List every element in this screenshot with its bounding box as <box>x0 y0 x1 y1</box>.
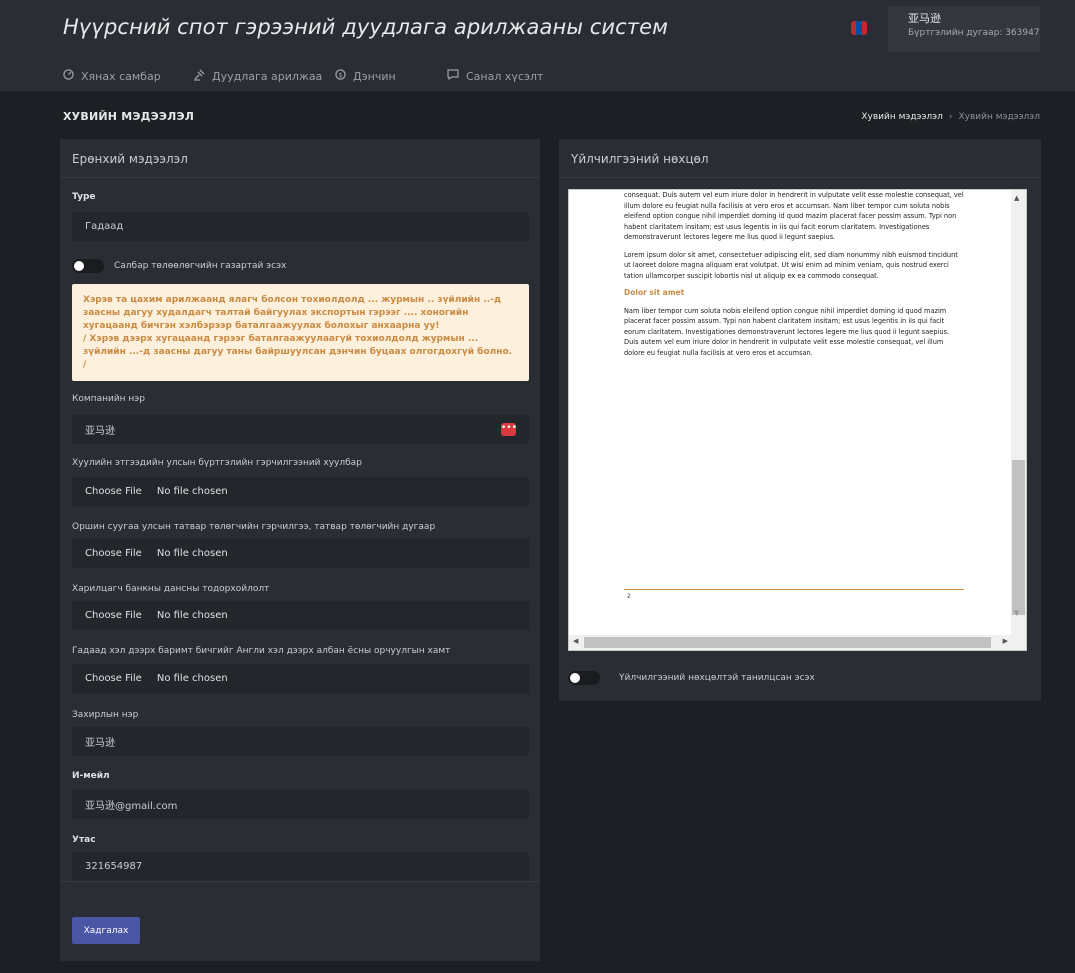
warning-alert: Хэрэв та цахим арилжаанд ялагч болсон то… <box>72 284 529 381</box>
file3-label: Харилцагч банкны дансны тодорхойлолт <box>72 584 270 594</box>
file-status: No file chosen <box>156 486 228 497</box>
top-bar: Нүүрсний спот гэрээний дуудлага арилжаан… <box>0 0 1075 91</box>
email-label: И-мейл <box>72 771 110 781</box>
choose-file-button[interactable]: Choose File <box>85 610 142 621</box>
scroll-right-icon[interactable]: ▶ <box>1003 637 1008 645</box>
phone-value: 321654987 <box>85 861 143 872</box>
mongolia-flag-icon[interactable] <box>851 21 867 35</box>
divider <box>60 881 540 882</box>
company-name-input[interactable]: 亚马逊 ••• <box>72 415 529 444</box>
user-registration-number: Бүртгэлийн дугаар: 363947 <box>908 28 1040 38</box>
terms-paragraph: consequat. Duis autem vel eum iriure dol… <box>624 191 964 241</box>
file1-label: Хуулийн этгээдийн улсын бүртгэлийн гэрчи… <box>72 458 362 468</box>
breadcrumb: Хувийн мэдээлэл › Хувийн мэдээлэл <box>861 112 1040 122</box>
horizontal-scroll-thumb[interactable] <box>584 637 991 648</box>
breadcrumb-last: Хувийн мэдээлэл <box>958 112 1040 122</box>
nav-label: Хянах самбар <box>81 69 161 83</box>
coin-icon: $ <box>335 69 346 83</box>
nav-label: Дэнчин <box>353 69 396 83</box>
page-title: ХУВИЙН МЭДЭЭЛЭЛ <box>63 110 195 123</box>
toggle-knob <box>570 673 580 683</box>
svg-text:$: $ <box>338 71 342 79</box>
general-info-header: Ерөнхий мэдээлэл <box>60 139 540 178</box>
dashboard-icon <box>63 69 74 83</box>
company-value: 亚马逊 <box>85 426 115 437</box>
file4-label: Гадаад хэл дээрх баримт бичгийг Англи хэ… <box>72 646 451 656</box>
feedback-icon <box>447 69 459 83</box>
type-field[interactable]: Гадаад <box>72 212 529 241</box>
phone-label: Утас <box>72 835 96 845</box>
scroll-left-icon[interactable]: ◀ <box>573 637 578 645</box>
file-status: No file chosen <box>156 548 228 559</box>
terms-agree-label: Үйлчилгээний нөхцөлтэй танилцсан эсэх <box>619 673 815 683</box>
director-label: Захирлын нэр <box>72 710 139 720</box>
scroll-up-icon[interactable]: ▲ <box>1014 194 1019 202</box>
app-title: Нүүрсний спот гэрээний дуудлага арилжаан… <box>63 15 669 39</box>
terms-header: Үйлчилгээний нөхцөл <box>559 139 1041 178</box>
vertical-scrollbar[interactable]: ▲ ▼ <box>1011 190 1026 637</box>
terms-card: Үйлчилгээний нөхцөл consequat. Duis aute… <box>559 139 1041 701</box>
breadcrumb-separator: › <box>948 112 953 122</box>
file-status: No file chosen <box>156 673 228 684</box>
vertical-scroll-thumb[interactable] <box>1012 460 1025 615</box>
nav-item-auction[interactable]: Дуудлага арилжаа <box>193 69 322 84</box>
nav-label: Дуудлага арилжаа <box>212 70 323 83</box>
email-value: 亚马逊@gmail.com <box>85 801 178 812</box>
horizontal-scrollbar[interactable]: ◀ ▶ <box>569 635 1026 650</box>
scroll-down-icon[interactable]: ▼ <box>1014 609 1019 617</box>
save-button[interactable]: Хадгалах <box>72 917 140 944</box>
user-name: 亚马逊 <box>908 12 941 25</box>
choose-file-button[interactable]: Choose File <box>85 548 142 559</box>
choose-file-button[interactable]: Choose File <box>85 486 142 497</box>
general-info-card: Ерөнхий мэдээлэл Type Гадаад Салбар төлө… <box>60 139 540 961</box>
phone-input[interactable]: 321654987 <box>72 852 529 881</box>
terms-document-viewer[interactable]: consequat. Duis autem vel eum iriure dol… <box>568 189 1027 651</box>
user-menu[interactable]: 亚马逊 Бүртгэлийн дугаар: 363947 <box>888 6 1040 52</box>
terms-paragraph: Lorem ipsum dolor sit amet, consectetuer… <box>624 250 958 280</box>
nav-item-feedback[interactable]: Санал хүсэлт <box>447 69 543 83</box>
page-number: 2 <box>627 593 631 600</box>
nav-item-deposit[interactable]: $ Дэнчин <box>335 69 396 83</box>
email-input[interactable]: 亚马逊@gmail.com <box>72 790 529 819</box>
terms-heading: Dolor sit amet <box>624 288 685 297</box>
director-value: 亚马逊 <box>85 738 115 749</box>
terms-agree-toggle[interactable] <box>568 671 600 685</box>
file-status: No file chosen <box>156 610 228 621</box>
nav-item-dashboard[interactable]: Хянах самбар <box>63 69 161 83</box>
director-name-input[interactable]: 亚马逊 <box>72 727 529 756</box>
toggle-knob <box>74 261 84 271</box>
company-label: Компанийн нэр <box>72 394 145 404</box>
file3-input[interactable]: Choose File No file chosen <box>72 601 529 630</box>
branch-toggle[interactable] <box>72 259 104 273</box>
file2-input[interactable]: Choose File No file chosen <box>72 539 529 568</box>
choose-file-button[interactable]: Choose File <box>85 673 142 684</box>
auction-icon <box>193 69 205 84</box>
alert-text-2: / Хэрэв дээрх хугацаанд гэрээг баталгааж… <box>83 334 513 370</box>
alert-text-1: Хэрэв та цахим арилжаанд ялагч болсон то… <box>83 295 502 331</box>
type-value: Гадаад <box>85 221 124 232</box>
branch-toggle-label: Салбар төлөөлөгчийн газартай эсэх <box>114 261 287 271</box>
type-label: Type <box>72 192 96 202</box>
terms-paragraph: Nam liber tempor cum soluta nobis eleife… <box>624 306 950 357</box>
file1-input[interactable]: Choose File No file chosen <box>72 477 529 506</box>
file4-input[interactable]: Choose File No file chosen <box>72 664 529 693</box>
breadcrumb-current[interactable]: Хувийн мэдээлэл <box>861 112 943 122</box>
page-rule <box>624 589 964 590</box>
nav-label: Санал хүсэлт <box>466 69 544 83</box>
terms-document-page: consequat. Duis autem vel eum iriure dol… <box>624 190 964 365</box>
file2-label: Оршин суугаа улсын татвар төлөгчийн гэрч… <box>72 522 436 532</box>
autofill-button[interactable]: ••• <box>501 423 517 436</box>
